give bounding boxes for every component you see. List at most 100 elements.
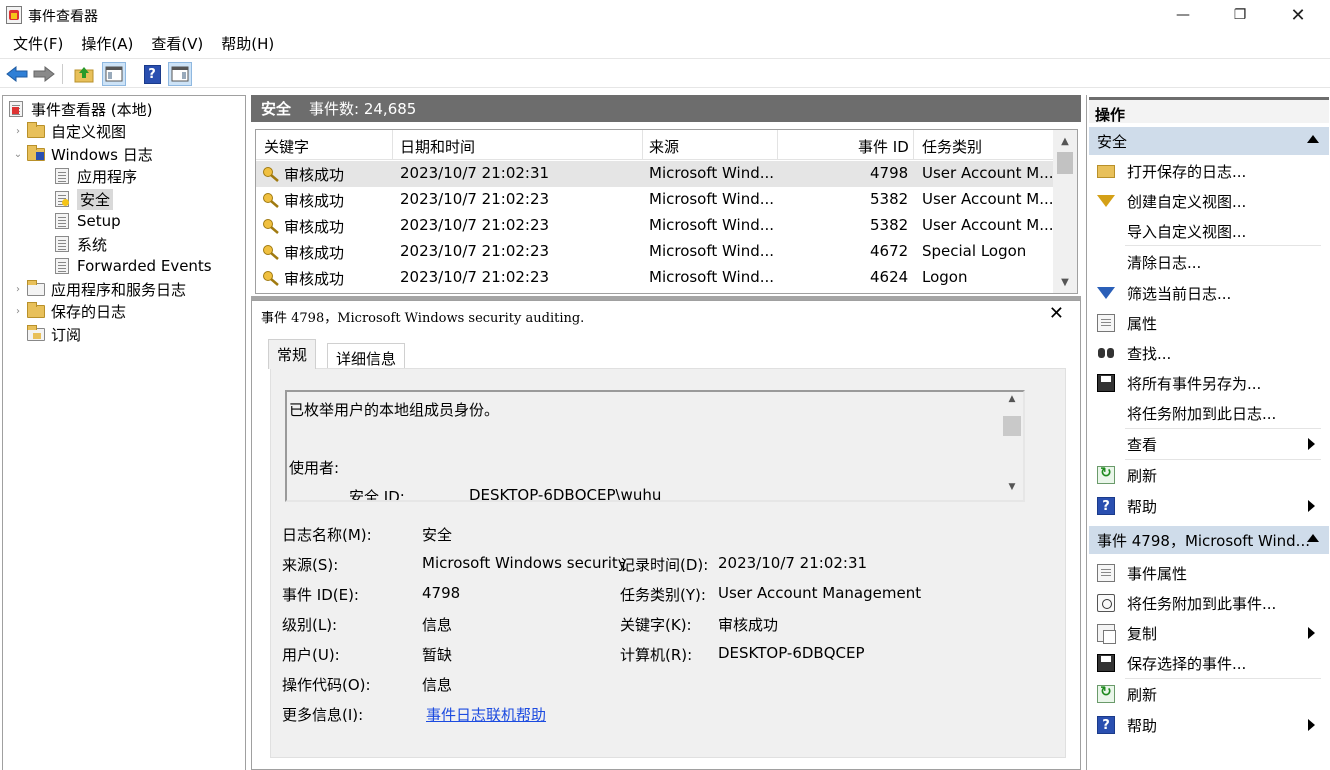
action-create-custom-view[interactable]: 创建自定义视图... (1089, 186, 1329, 216)
collapse-icon[interactable] (1307, 534, 1319, 542)
action-refresh-event[interactable]: 刷新 (1089, 679, 1329, 709)
up-folder-button[interactable] (72, 62, 96, 86)
column-event-id[interactable]: 事件 ID (858, 136, 909, 157)
help-toolbar-button[interactable]: ? (140, 62, 164, 86)
scroll-down-icon[interactable]: ▼ (1053, 273, 1077, 291)
collapse-icon[interactable] (1307, 135, 1319, 143)
action-refresh[interactable]: 刷新 (1089, 460, 1329, 490)
back-button[interactable] (5, 62, 29, 86)
restore-button[interactable]: ❐ (1211, 0, 1269, 30)
tree-item-app-service-logs[interactable]: › 应用程序和服务日志 (11, 278, 186, 300)
folder-icon (27, 280, 45, 298)
keywords-value: 审核成功 (718, 616, 779, 634)
close-button[interactable]: ✕ (1269, 0, 1327, 30)
log-icon (53, 257, 71, 275)
chevron-right-icon[interactable]: › (11, 126, 25, 137)
event-table: 关键字 日期和时间 来源 事件 ID 任务类别 审核成功 2023/10/7 2… (255, 129, 1078, 294)
action-view[interactable]: 查看 (1089, 429, 1329, 459)
folder-icon (27, 122, 45, 140)
tab-general[interactable]: 常规 (268, 339, 317, 369)
tree-item-system[interactable]: 系统 (53, 233, 107, 255)
forward-button[interactable] (32, 62, 56, 86)
back-arrow-icon (6, 66, 28, 82)
scroll-thumb[interactable] (1003, 416, 1021, 436)
action-import-custom-view[interactable]: 导入自定义视图... (1089, 216, 1329, 246)
chevron-right-icon[interactable]: › (11, 306, 25, 317)
action-help[interactable]: ? 帮助 (1089, 491, 1329, 521)
menu-action[interactable]: 操作(A) (72, 33, 142, 54)
source-value: Microsoft Windows security (422, 554, 627, 572)
help-icon: ? (143, 64, 161, 84)
minimize-button[interactable]: — (1154, 0, 1212, 30)
table-row[interactable]: 审核成功 2023/10/7 21:02:23 Microsoft Wind..… (256, 239, 1053, 265)
description-scrollbar[interactable]: ▲ ▼ (1001, 392, 1023, 500)
folder-up-icon (74, 67, 94, 83)
key-icon (263, 219, 279, 234)
action-clear-log[interactable]: 清除日志... (1089, 247, 1329, 277)
scroll-down-icon[interactable]: ▼ (1001, 482, 1023, 498)
action-save-all-events[interactable]: 将所有事件另存为... (1089, 368, 1329, 398)
event-id-label: 事件 ID(E): (282, 586, 359, 604)
tree-item-forwarded-events[interactable]: Forwarded Events (53, 255, 212, 277)
action-filter-log[interactable]: 筛选当前日志... (1089, 278, 1329, 308)
log-icon (53, 235, 71, 253)
scroll-up-icon[interactable]: ▲ (1001, 394, 1023, 410)
column-keyword[interactable]: 关键字 (264, 136, 309, 157)
event-count: 事件数: 24,685 (309, 100, 417, 118)
opcode-label: 操作代码(O): (282, 676, 371, 694)
menu-file[interactable]: 文件(F) (4, 33, 72, 54)
chevron-right-icon[interactable]: › (11, 284, 25, 295)
section-security[interactable]: 安全 (1089, 127, 1329, 155)
action-attach-task-event[interactable]: 将任务附加到此事件... (1089, 588, 1329, 618)
column-source[interactable]: 来源 (649, 136, 679, 157)
menu-view[interactable]: 查看(V) (142, 33, 212, 54)
table-row[interactable]: 审核成功 2023/10/7 21:02:23 Microsoft Wind..… (256, 265, 1053, 291)
copy-icon (1097, 624, 1116, 644)
submenu-arrow-icon (1308, 719, 1315, 731)
action-save-selected-events[interactable]: 保存选择的事件... (1089, 648, 1329, 678)
table-scrollbar[interactable]: ▲ ▼ (1053, 130, 1077, 293)
folder-icon (27, 302, 45, 320)
scroll-thumb[interactable] (1057, 152, 1073, 174)
log-header: 安全 事件数: 24,685 (251, 95, 1081, 122)
column-task-category[interactable]: 任务类别 (922, 136, 982, 157)
show-hide-action-pane-button[interactable] (168, 62, 192, 86)
more-info-link[interactable]: 事件日志联机帮助 (426, 704, 546, 725)
tree-item-root[interactable]: 事件查看器 (本地) (7, 98, 152, 120)
actions-header: 操作 (1089, 97, 1329, 124)
action-properties[interactable]: 属性 (1089, 308, 1329, 338)
section-event[interactable]: 事件 4798，Microsoft Wind... (1089, 526, 1329, 554)
table-row[interactable]: 审核成功 2023/10/7 21:02:23 Microsoft Wind..… (256, 213, 1054, 239)
menu-help[interactable]: 帮助(H) (212, 33, 283, 54)
show-hide-tree-button[interactable] (102, 62, 126, 86)
tree-item-custom-views[interactable]: › 自定义视图 (11, 120, 126, 142)
scroll-up-icon[interactable]: ▲ (1053, 132, 1077, 150)
log-icon (53, 167, 71, 185)
save-icon (1097, 654, 1115, 672)
tab-details[interactable]: 详细信息 (327, 343, 406, 369)
tree-item-windows-logs[interactable]: ⌄ Windows 日志 (11, 143, 153, 165)
action-help-event[interactable]: ? 帮助 (1089, 710, 1329, 740)
action-event-properties[interactable]: 事件属性 (1089, 558, 1329, 588)
table-row[interactable]: 审核成功 2023/10/7 21:02:23 Microsoft Wind..… (256, 187, 1054, 213)
action-copy[interactable]: 复制 (1089, 618, 1329, 648)
action-open-saved-log[interactable]: 打开保存的日志... (1089, 156, 1329, 186)
action-find[interactable]: 查找... (1089, 338, 1329, 368)
more-info-label: 更多信息(I): (282, 706, 364, 724)
binoculars-icon (1097, 344, 1115, 362)
event-id-value: 4798 (422, 584, 461, 602)
tree-item-security[interactable]: 安全 (53, 188, 114, 210)
tree-item-application[interactable]: 应用程序 (53, 165, 137, 187)
tree-item-setup[interactable]: Setup (53, 210, 121, 232)
tree-item-saved-logs[interactable]: › 保存的日志 (11, 300, 126, 322)
tree-item-subscriptions[interactable]: 订阅 (27, 323, 81, 345)
chevron-down-icon[interactable]: ⌄ (11, 149, 25, 160)
console-tree: 事件查看器 (本地) › 自定义视图 ⌄ Windows 日志 应用程序 安全 … (2, 95, 246, 770)
user-label: 用户(U): (282, 646, 340, 664)
close-detail-button[interactable]: ✕ (1049, 303, 1064, 324)
event-description[interactable]: 已枚举用户的本地组成员身份。 使用者: 安全 ID: DESKTOP-6DBQC… (285, 390, 1025, 502)
column-datetime[interactable]: 日期和时间 (400, 136, 475, 157)
action-attach-task-log[interactable]: 将任务附加到此日志... (1089, 398, 1329, 428)
event-viewer-icon (7, 100, 25, 118)
table-row[interactable]: 审核成功 2023/10/7 21:02:31 Microsoft Wind..… (256, 161, 1054, 187)
